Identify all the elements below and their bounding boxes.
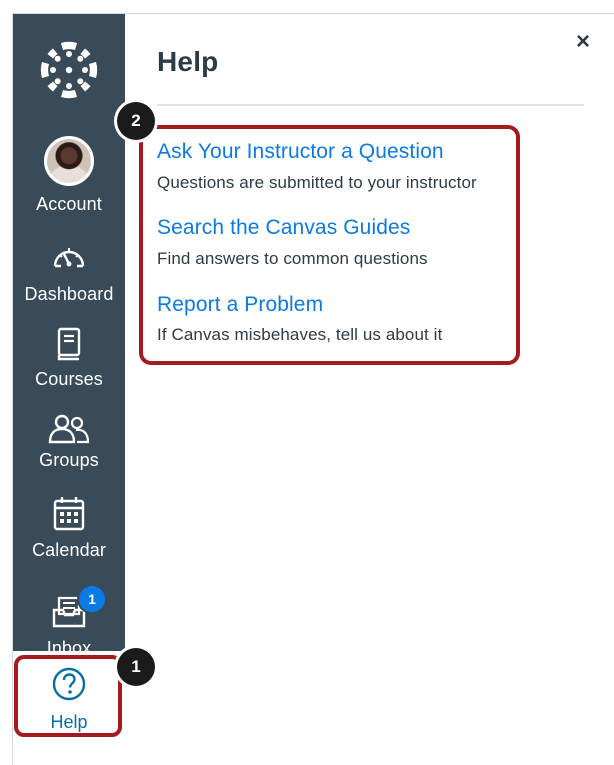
close-button[interactable]: ×	[576, 30, 590, 54]
help-link-description: If Canvas misbehaves, tell us about it	[157, 325, 443, 344]
nav-item-label: Help	[50, 712, 88, 732]
help-link-ask-instructor[interactable]: Ask Your Instructor a Question	[157, 140, 444, 164]
callout-1: 1	[117, 648, 155, 686]
nav-item-label: Dashboard	[24, 284, 114, 304]
nav-item-label: Courses	[35, 369, 103, 389]
help-link-description: Find answers to common questions	[157, 249, 428, 268]
help-link-description: Questions are submitted to your instruct…	[157, 173, 477, 192]
nav-item-calendar[interactable]: Calendar	[13, 496, 125, 560]
help-link-report-problem[interactable]: Report a Problem	[157, 293, 323, 317]
nav-item-label: Account	[36, 194, 102, 214]
nav-item-groups[interactable]: Groups	[13, 414, 125, 470]
nav-item-inbox[interactable]: 1 Inbox	[13, 584, 125, 658]
canvas-logo-icon[interactable]	[39, 40, 99, 100]
nav-item-dashboard[interactable]: Dashboard	[13, 242, 125, 304]
help-link-search-guides[interactable]: Search the Canvas Guides	[157, 216, 410, 240]
speedometer-icon	[53, 248, 85, 268]
tray-divider	[157, 104, 584, 106]
nav-item-courses[interactable]: Courses	[13, 327, 125, 389]
unread-badge: 1	[77, 584, 107, 614]
nav-item-help[interactable]: Help	[13, 651, 125, 765]
nav-item-label: Calendar	[32, 540, 106, 560]
book-icon	[57, 327, 81, 361]
question-circle-icon	[52, 667, 86, 701]
callout-2: 2	[117, 102, 155, 140]
calendar-icon	[53, 497, 85, 531]
tray-title: Help	[157, 46, 219, 77]
nav-item-account[interactable]: Account	[13, 136, 125, 214]
avatar	[44, 136, 94, 186]
users-icon	[48, 414, 90, 444]
nav-item-label: Groups	[39, 450, 99, 470]
